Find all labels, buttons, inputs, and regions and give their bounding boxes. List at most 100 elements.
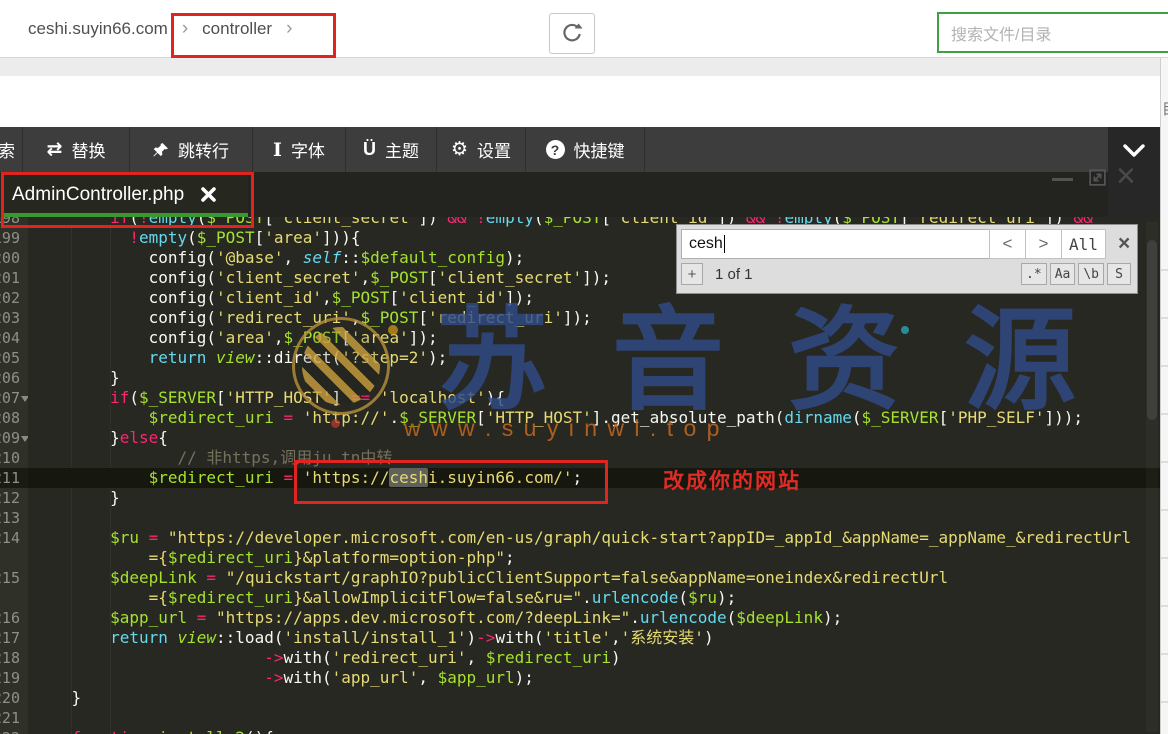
watermark-logo bbox=[292, 317, 390, 415]
toolbar-item-shortcuts[interactable]: ? 快捷键 bbox=[526, 127, 645, 172]
code-line[interactable]: 211 $redirect_uri = 'https://ceshi.suyin… bbox=[0, 468, 1160, 488]
background-page-strip: 目录 bbox=[1160, 58, 1168, 734]
breadcrumb-item-controller[interactable]: controller bbox=[202, 19, 272, 39]
background-partial-text: 目录 bbox=[1162, 98, 1168, 119]
find-next-button[interactable]: > bbox=[1025, 229, 1062, 259]
line-number: 203 bbox=[0, 308, 28, 328]
code-line[interactable]: ={$redirect_uri}&allowImplicitFlow=false… bbox=[0, 588, 1160, 608]
theme-icon: Ü bbox=[363, 139, 376, 160]
chevron-right-icon: › bbox=[286, 18, 292, 40]
find-widget: cesh < > All × + 1 of 1 .* Aa \b S bbox=[676, 224, 1138, 294]
editor-scrollbar[interactable] bbox=[1146, 222, 1158, 732]
line-number: 221 bbox=[0, 708, 28, 728]
code-line[interactable]: 218 ->with('redirect_uri', $redirect_uri… bbox=[0, 648, 1160, 668]
find-close-icon[interactable]: × bbox=[1118, 234, 1130, 254]
active-tab-indicator bbox=[2, 213, 248, 217]
tab-admincontroller[interactable]: AdminController.php bbox=[2, 172, 248, 217]
watermark-dot bbox=[388, 325, 398, 335]
code-line[interactable]: 217 return view::load('install/install_1… bbox=[0, 628, 1160, 648]
case-sensitive-toggle[interactable]: Aa bbox=[1050, 263, 1076, 285]
text-caret bbox=[724, 235, 725, 253]
minimize-icon[interactable] bbox=[1052, 178, 1073, 181]
editor-toolbar: 搜索 ⇄ 替换 跳转行 I 字体 Ü 主题 ⚙ 设置 ? 快捷键 bbox=[0, 127, 1160, 172]
find-prev-button[interactable]: < bbox=[989, 229, 1026, 259]
chevron-down-icon bbox=[1123, 144, 1145, 158]
breadcrumb: ceshi.suyin66.com › controller › bbox=[28, 0, 292, 57]
line-number: 213 bbox=[0, 508, 28, 528]
find-expand-replace-button[interactable]: + bbox=[681, 263, 703, 285]
whole-word-toggle[interactable]: \b bbox=[1078, 263, 1104, 285]
annotation-note: 改成你的网站 bbox=[663, 465, 801, 495]
fold-arrow-icon[interactable] bbox=[21, 396, 28, 406]
breadcrumb-item-root[interactable]: ceshi.suyin66.com bbox=[28, 19, 168, 39]
pin-icon bbox=[153, 142, 169, 158]
toolbar-item-theme[interactable]: Ü 主题 bbox=[346, 127, 437, 172]
line-number: 219 bbox=[0, 668, 28, 688]
toolbar-item-font[interactable]: I 字体 bbox=[253, 127, 346, 172]
find-all-button[interactable]: All bbox=[1061, 229, 1106, 259]
line-number: 199 bbox=[0, 228, 28, 248]
search-placeholder: 搜索文件/目录 bbox=[939, 21, 1051, 45]
find-input[interactable]: cesh bbox=[681, 229, 990, 259]
divider-band bbox=[0, 58, 1168, 76]
watermark-title: 苏音资源 bbox=[436, 306, 1140, 416]
line-number bbox=[0, 588, 28, 608]
window-header: × bbox=[0, 76, 1160, 127]
file-manager-editor-window: 198 if(!empty($_POST['client_secret']) &… bbox=[0, 0, 1168, 734]
code-line[interactable]: 220 } bbox=[0, 688, 1160, 708]
toolbar-item-replace[interactable]: ⇄ 替换 bbox=[23, 127, 130, 172]
line-number: 211 bbox=[0, 468, 28, 488]
refresh-icon bbox=[561, 23, 583, 45]
code-line[interactable]: 210 // 非https,调用ju.tn中转 bbox=[0, 448, 1160, 468]
line-number: 212 bbox=[0, 488, 28, 508]
code-line[interactable]: 213 bbox=[0, 508, 1160, 528]
scrollbar-thumb[interactable] bbox=[1147, 240, 1157, 420]
line-number: 206 bbox=[0, 368, 28, 388]
close-icon[interactable]: × bbox=[1116, 159, 1136, 193]
tab-bar: AdminController.php bbox=[0, 172, 1160, 217]
fold-arrow-icon[interactable] bbox=[21, 436, 28, 446]
line-number: 222 bbox=[0, 728, 28, 734]
tab-close-icon[interactable] bbox=[200, 186, 217, 203]
line-number: 220 bbox=[0, 688, 28, 708]
refresh-button[interactable] bbox=[549, 13, 595, 54]
regex-toggle[interactable]: .* bbox=[1021, 263, 1047, 285]
toolbar-item-settings[interactable]: ⚙ 设置 bbox=[437, 127, 526, 172]
line-number: 205 bbox=[0, 348, 28, 368]
code-line[interactable]: 222 function install_2(){ bbox=[0, 728, 1160, 734]
line-number: 218 bbox=[0, 648, 28, 668]
gear-icon: ⚙ bbox=[451, 138, 468, 161]
line-number: 208 bbox=[0, 408, 28, 428]
code-line[interactable]: ={$redirect_uri}&platform=option-php"; bbox=[0, 548, 1160, 568]
code-line[interactable]: 221 bbox=[0, 708, 1160, 728]
code-line[interactable]: 212 } bbox=[0, 488, 1160, 508]
line-number: 201 bbox=[0, 268, 28, 288]
code-line[interactable]: 216 $app_url = "https://apps.dev.microso… bbox=[0, 608, 1160, 628]
in-selection-toggle[interactable]: S bbox=[1107, 263, 1131, 285]
line-number: 200 bbox=[0, 248, 28, 268]
code-line[interactable]: 214 $ru = "https://developer.microsoft.c… bbox=[0, 528, 1160, 548]
font-icon: I bbox=[273, 139, 282, 161]
toolbar-item-goto-line[interactable]: 跳转行 bbox=[130, 127, 253, 172]
repeat-icon: ⇄ bbox=[47, 138, 63, 161]
background-row-lines bbox=[1161, 223, 1168, 734]
line-number: 209 bbox=[0, 428, 28, 448]
code-line[interactable]: 219 ->with('app_url', $app_url); bbox=[0, 668, 1160, 688]
line-number bbox=[0, 548, 28, 568]
line-number: 210 bbox=[0, 448, 28, 468]
line-number: 204 bbox=[0, 328, 28, 348]
code-line[interactable]: 215 $deepLink = "/quickstart/graphIO?pub… bbox=[0, 568, 1160, 588]
line-number: 214 bbox=[0, 528, 28, 548]
line-number: 215 bbox=[0, 568, 28, 588]
maximize-icon[interactable] bbox=[1087, 167, 1108, 193]
chevron-right-icon: › bbox=[182, 18, 188, 40]
line-number: 217 bbox=[0, 628, 28, 648]
help-icon: ? bbox=[546, 140, 565, 159]
breadcrumb-bar: ceshi.suyin66.com › controller › 搜索文件/目录 bbox=[0, 0, 1168, 58]
line-number: 207 bbox=[0, 388, 28, 408]
line-number: 202 bbox=[0, 288, 28, 308]
tab-label: AdminController.php bbox=[12, 184, 184, 206]
find-match-counter: 1 of 1 bbox=[715, 266, 753, 283]
toolbar-item-search[interactable]: 搜索 bbox=[0, 127, 23, 172]
file-search-box[interactable]: 搜索文件/目录 bbox=[937, 12, 1168, 53]
